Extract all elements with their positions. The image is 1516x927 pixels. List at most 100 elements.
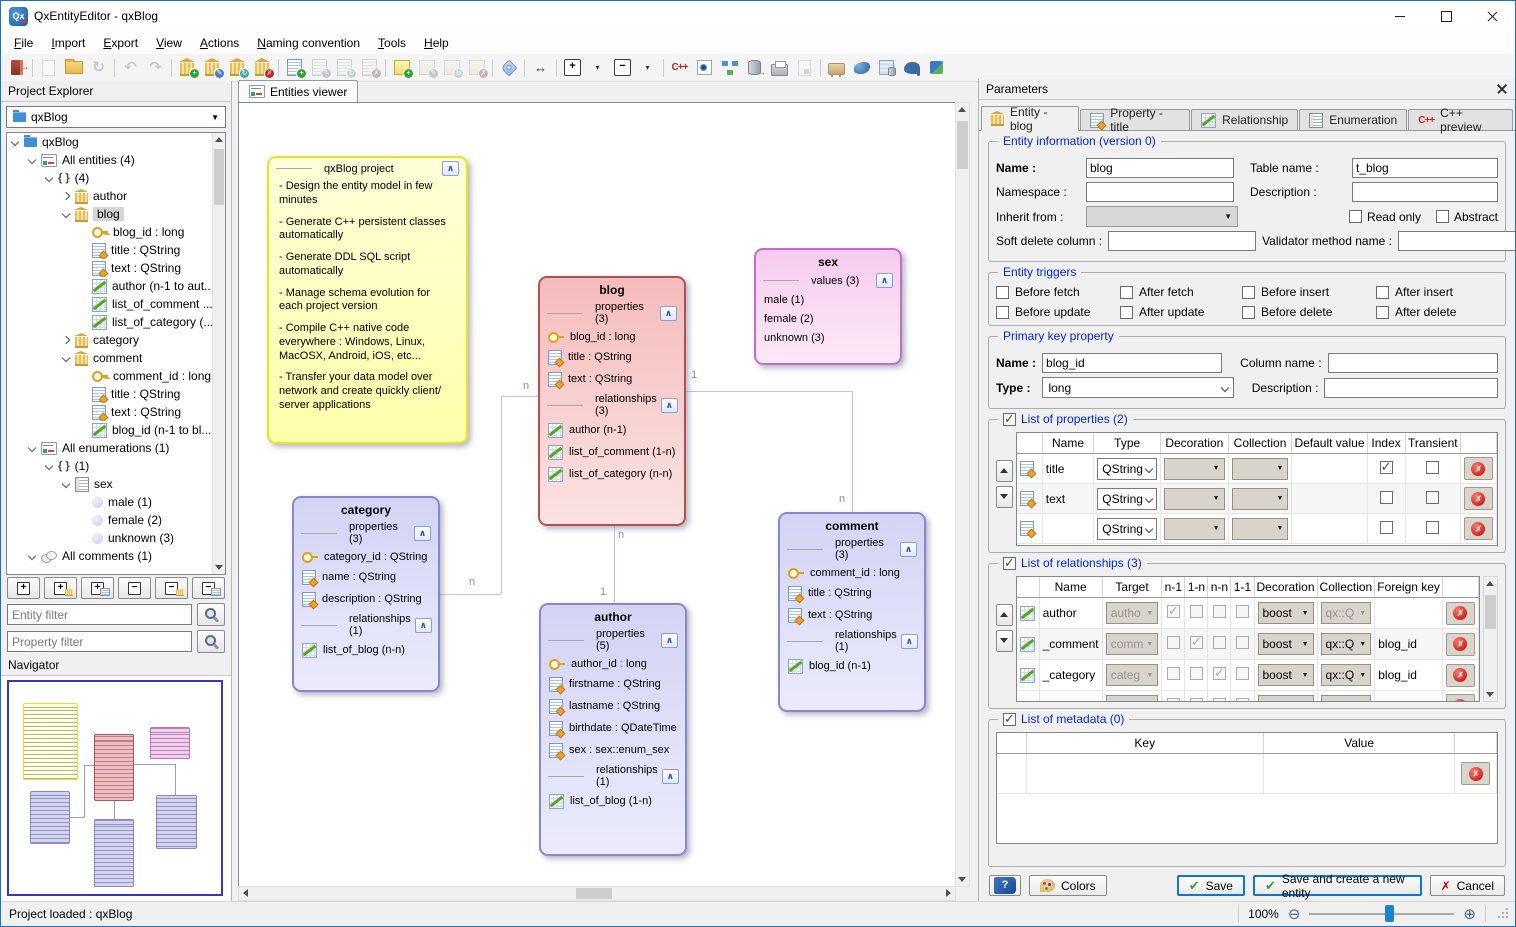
collapse-button[interactable]: ∧ (660, 306, 677, 321)
tree-item-title-qstring[interactable]: title : QString (7, 385, 225, 403)
entity-row-author-id-long[interactable]: author_id : long (541, 654, 685, 673)
zoom-out-button[interactable]: − (610, 56, 635, 79)
add-item-button[interactable]: + (7, 577, 40, 599)
schema-network-button[interactable] (717, 56, 742, 79)
entity-row-male-1[interactable]: male (1) (756, 290, 900, 309)
collapse-button[interactable]: ∧ (661, 633, 678, 648)
cancel-button[interactable]: ✗ Cancel (1430, 875, 1505, 896)
zoom-in-button[interactable]: ⊕ (1463, 907, 1476, 922)
checkbox[interactable] (1380, 521, 1393, 534)
tree-item-male-1[interactable]: male (1) (7, 493, 225, 511)
default-value-cell[interactable] (1292, 484, 1367, 514)
scroll-up-icon[interactable] (1486, 581, 1494, 586)
scroll-down-icon[interactable] (1486, 692, 1494, 697)
entity-row-category-id-qstring[interactable]: category_id : QString (294, 547, 438, 566)
scroll-down-icon[interactable] (215, 565, 223, 570)
print-button[interactable] (767, 56, 792, 79)
project-combo[interactable]: qxBlog ▼ (6, 106, 226, 128)
dropdown[interactable]: qx::Q▼ (1321, 664, 1372, 686)
move-up-button[interactable] (996, 460, 1013, 482)
scroll-up-icon[interactable] (958, 107, 966, 112)
before-fetch-checkbox[interactable] (996, 286, 1009, 299)
metadata-key-cell[interactable] (1026, 754, 1263, 794)
checkbox[interactable] (1190, 698, 1203, 703)
after-delete-checkbox[interactable] (1376, 306, 1389, 319)
pk-type-combo[interactable]: long (1042, 377, 1233, 398)
tree-item-sex[interactable]: sex (7, 475, 225, 493)
exit-button[interactable] (4, 56, 29, 79)
open-project-button[interactable] (61, 56, 86, 79)
tag-button[interactable] (496, 56, 521, 79)
checkbox[interactable] (1213, 667, 1226, 680)
entity-row-list-of-blog-n-n[interactable]: list_of_blog (n-n) (294, 639, 438, 661)
menu-file[interactable]: File (5, 33, 42, 53)
db-writer-button[interactable] (924, 56, 949, 79)
tree-item-text-qstring[interactable]: text : QString (7, 259, 225, 277)
colors-button[interactable]: Colors (1029, 875, 1107, 896)
relationships-scrollbar-thumb[interactable] (1485, 595, 1496, 629)
delete-row-button[interactable]: ✗ (1464, 487, 1493, 510)
pk-name-input[interactable] (1042, 353, 1222, 373)
tree-item-author[interactable]: author (7, 187, 225, 205)
delete-row-button[interactable]: ✗ (1446, 633, 1475, 656)
minimize-button[interactable] (1377, 1, 1423, 31)
checkbox[interactable] (1426, 521, 1439, 534)
relationship-row-comment[interactable]: _commentcomm▼boost▼qx::Q▼blog_id✗ (1017, 629, 1479, 660)
entity-row-author-n-1[interactable]: author (n-1) (540, 419, 684, 441)
tree-item-all-entities-4[interactable]: All entities (4) (7, 151, 225, 169)
tab-relationship[interactable]: Relationship (1191, 109, 1298, 130)
tree-item-qxblog[interactable]: qxBlog (7, 133, 225, 151)
entity-row-text-qstring[interactable]: text : QString (540, 368, 684, 390)
entity-row-title-qstring[interactable]: title : QString (780, 582, 924, 604)
tree-item-1[interactable]: { }(1) (7, 457, 225, 475)
property-name-cell[interactable]: text (1042, 484, 1094, 514)
validator-input[interactable] (1398, 231, 1515, 251)
tree-item-list-of-comment[interactable]: list_of_comment ... (7, 295, 225, 313)
save-and-create-button[interactable]: ✔ Save and create a new entity (1253, 875, 1422, 896)
default-value-cell[interactable] (1292, 514, 1367, 544)
entity-row-name-qstring[interactable]: name : QString (294, 566, 438, 588)
type-combo[interactable]: QString (1097, 518, 1157, 540)
add-entity-button[interactable]: + (44, 577, 77, 599)
property-row-title[interactable]: titleQString▼▼✗ (1017, 454, 1497, 484)
list-of-relationships-checkbox[interactable] (1003, 557, 1016, 570)
entity-row-blog-id-long[interactable]: blog_id : long (540, 327, 684, 346)
menu-naming-convention[interactable]: Naming convention (248, 33, 369, 53)
pk-description-input[interactable] (1324, 378, 1498, 398)
tree-item-all-enumerations-1[interactable]: All enumerations (1) (7, 439, 225, 457)
chevron-down-icon[interactable] (45, 462, 53, 470)
chevron-down-icon[interactable] (45, 174, 53, 182)
checkbox[interactable] (1167, 636, 1180, 649)
zoom-slider-handle[interactable] (1385, 905, 1394, 922)
remove-item-button[interactable]: − (118, 577, 151, 599)
relationship-row-new[interactable]: ▼▼▼✗ (1017, 691, 1479, 703)
entity-row-unknown-3[interactable]: unknown (3) (756, 328, 900, 347)
menu-actions[interactable]: Actions (191, 33, 248, 53)
property-name-cell[interactable]: title (1042, 454, 1094, 484)
collapse-button[interactable]: ∧ (662, 769, 679, 784)
checkbox[interactable] (1190, 636, 1203, 649)
relationship-row-category[interactable]: _categorycateg▼boost▼qx::Q▼blog_id✗ (1017, 660, 1479, 691)
entity-row-birthdate-qdatetime[interactable]: birthdate : QDateTime (541, 717, 685, 739)
tree-scrollbar-thumb[interactable] (214, 149, 224, 205)
after-update-checkbox[interactable] (1120, 306, 1133, 319)
db-mysql-button[interactable] (849, 56, 874, 79)
dropdown[interactable]: boost▼ (1258, 633, 1314, 655)
remove-enumeration-button[interactable]: − (192, 577, 225, 599)
collapse-button[interactable]: ∧ (900, 542, 917, 557)
foreign-key-cell[interactable]: blog_id (1375, 660, 1443, 691)
chevron-down-icon[interactable] (28, 552, 36, 560)
chevron-down-icon[interactable] (28, 156, 36, 164)
collapse-button[interactable]: ∧ (414, 526, 431, 541)
checkbox[interactable] (1213, 605, 1226, 618)
chevron-down-icon[interactable] (11, 138, 19, 146)
move-down-button[interactable] (996, 486, 1013, 508)
dropdown[interactable]: ▼ (1232, 518, 1289, 540)
show-preview-button[interactable] (692, 56, 717, 79)
dropdown[interactable]: categ▼ (1106, 664, 1159, 686)
dropdown[interactable]: ▼ (1164, 518, 1225, 540)
entity-box-sex[interactable]: sexvalues (3)∧male (1)female (2)unknown … (754, 248, 902, 365)
tree-item-category[interactable]: category (7, 331, 225, 349)
property-filter-search-button[interactable] (197, 630, 225, 653)
entity-row-text-qstring[interactable]: text : QString (780, 604, 924, 626)
